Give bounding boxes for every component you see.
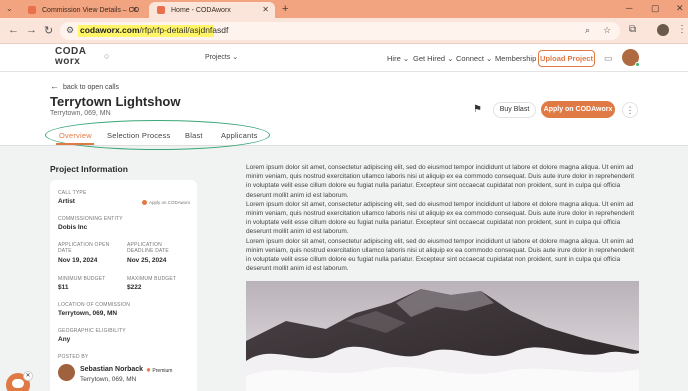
open-date-label: APPLICATION OPEN DATE [58, 242, 110, 254]
messages-icon[interactable]: ▭ [604, 53, 613, 64]
zoom-icon[interactable]: ⌕ [585, 25, 590, 36]
browser-tab-strip: ⌄ Commission View Details – CO ✕ Home - … [0, 0, 688, 18]
browser-tab-home[interactable]: Home - CODAworx ✕ [149, 2, 275, 18]
browser-menu-icon[interactable]: ⋮ [677, 24, 687, 35]
codaworx-logo[interactable]: CODA worx [55, 47, 91, 67]
bookmark-icon[interactable]: ⚑ [473, 104, 482, 115]
commission-location-label: LOCATION OF COMMISSION [58, 302, 131, 308]
star-icon[interactable]: ☆ [603, 25, 611, 36]
posted-by-label: POSTED BY [58, 354, 89, 360]
entity-value: Dobis Inc [58, 224, 88, 231]
browser-tab-commission[interactable]: Commission View Details – CO ✕ [20, 2, 144, 18]
open-date-value: Nov 19, 2024 [58, 257, 98, 264]
eligibility-value: Any [58, 336, 71, 343]
minimize-icon[interactable]: ─ [626, 3, 632, 13]
chevron-down-icon: ⌄ [232, 54, 239, 61]
call-type-label: CALL TYPE [58, 190, 87, 196]
active-tab-indicator [56, 143, 94, 145]
user-avatar[interactable] [622, 49, 640, 67]
close-icon[interactable]: ✕ [262, 5, 269, 14]
premium-star-icon: ✸ [146, 368, 152, 374]
back-arrow-icon[interactable]: ← [8, 24, 19, 36]
nav-hire[interactable]: Hire ⌄ [387, 54, 409, 63]
max-budget-value: $222 [127, 284, 142, 291]
poster-avatar[interactable] [58, 364, 75, 381]
browser-toolbar: ← → ↻ ⚙ codaworx.com/rfp/rfp-detail/asjd… [0, 18, 688, 44]
apply-button[interactable]: Apply on CODAworx [541, 101, 615, 118]
description-paragraph: Lorem ipsum dolor sit amet, consectetur … [246, 237, 635, 273]
tab-overview[interactable]: Overview [59, 131, 92, 140]
tab-selection-process[interactable]: Selection Process [107, 131, 170, 140]
deadline-value: Nov 25, 2024 [127, 257, 167, 264]
apply-on-codaworx-note: Apply on CODAworx [142, 200, 190, 206]
browser-profile-avatar[interactable] [657, 24, 669, 36]
project-description: Lorem ipsum dolor sit amet, consectetur … [246, 163, 636, 273]
project-info-heading: Project Information [50, 164, 128, 174]
description-paragraph: Lorem ipsum dolor sit amet, consectetur … [246, 164, 635, 199]
window-close-icon[interactable]: ✕ [676, 3, 684, 14]
tab-title: Commission View Details – CO [42, 6, 140, 14]
project-location: Terrytown, 069, MN [50, 110, 111, 117]
page-title: Terrytown Lightshow [50, 94, 181, 109]
codaworx-icon [142, 200, 147, 206]
max-budget-label: MAXIMUM BUDGET [127, 276, 177, 282]
project-image [246, 281, 639, 391]
nav-get-hired[interactable]: Get Hired ⌄ [413, 54, 453, 63]
back-to-open-calls-link[interactable]: ← back to open calls [50, 81, 119, 91]
min-budget-value: $11 [58, 284, 69, 291]
new-tab-icon[interactable]: + [282, 3, 288, 15]
chat-close-icon[interactable]: ✕ [23, 371, 33, 381]
chat-icon [12, 379, 24, 388]
reload-icon[interactable]: ↻ [44, 24, 53, 37]
url-text: codaworx.com/rfp/rfp-detail/asjdnfasdf [80, 25, 229, 35]
search-scope-select[interactable]: Projects ⌄ [205, 53, 238, 61]
description-paragraph: Lorem ipsum dolor sit amet, consectetur … [246, 200, 635, 236]
site-header: CODA worx ○ Projects ⌄ Hire ⌄ Get Hired … [0, 44, 688, 72]
extensions-icon[interactable]: ⧉ [629, 24, 636, 35]
poster-name[interactable]: Sebastian Norback [80, 366, 143, 373]
favicon-icon [157, 6, 165, 14]
search-icon: ○ [104, 51, 110, 61]
more-options-icon[interactable]: ⋮ [622, 102, 638, 118]
tab-blast[interactable]: Blast [185, 131, 203, 140]
search-bar[interactable]: ○ Projects ⌄ [100, 50, 248, 66]
favicon-icon [28, 6, 36, 14]
back-arrow-icon: ← [50, 81, 59, 91]
online-status-dot [635, 62, 640, 67]
upload-project-button[interactable]: Upload Project [538, 50, 595, 67]
tab-title: Home - CODAworx [171, 6, 231, 14]
entity-label: COMMISSIONING ENTITY [58, 216, 123, 222]
deadline-label: APPLICATION DEADLINE DATE [127, 242, 169, 254]
forward-arrow-icon[interactable]: → [26, 24, 37, 36]
address-bar[interactable]: ⚙ codaworx.com/rfp/rfp-detail/asjdnfasdf… [60, 22, 620, 40]
close-icon[interactable]: ✕ [131, 5, 138, 14]
project-info-card: CALL TYPE Artist Apply on CODAworx COMMI… [50, 180, 197, 391]
maximize-icon[interactable]: ▢ [651, 3, 660, 14]
nav-connect[interactable]: Connect ⌄ [456, 54, 492, 63]
tab-applicants[interactable]: Applicants [221, 131, 258, 140]
commission-location-value: Terrytown, 069, MN [58, 310, 118, 317]
min-budget-label: MINIMUM BUDGET [58, 276, 106, 282]
nav-membership[interactable]: Membership [495, 54, 536, 63]
eligibility-label: GEOGRAPHIC ELIGIBILITY [58, 328, 126, 334]
premium-badge: ✸ Premium [146, 368, 173, 374]
tab-search-icon[interactable]: ⌄ [6, 4, 13, 13]
buy-blast-button[interactable]: Buy Blast [493, 102, 536, 118]
mountain-illustration [246, 281, 639, 391]
site-info-icon[interactable]: ⚙ [66, 25, 74, 36]
call-type-value: Artist [58, 198, 75, 205]
poster-location: Terrytown, 069, MN [80, 376, 137, 383]
